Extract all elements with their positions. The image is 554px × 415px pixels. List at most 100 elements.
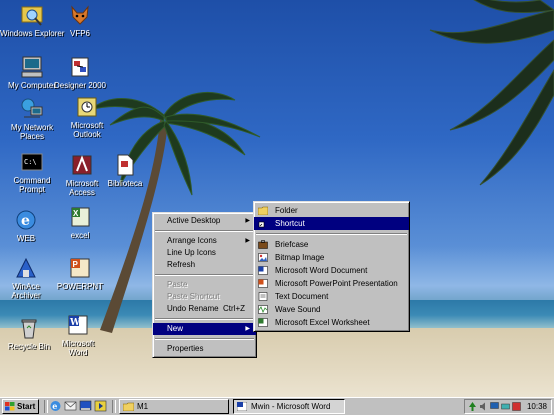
wave-sound-icon — [258, 305, 268, 314]
menu-item-label: Arrange Icons — [167, 236, 217, 245]
new-item-powerpoint[interactable]: Microsoft PowerPoint Presentation — [254, 277, 409, 290]
new-item-label: Microsoft PowerPoint Presentation — [275, 279, 398, 288]
menu-item-active-desktop[interactable]: Active Desktop ▶ — [153, 215, 256, 227]
recycle-bin-icon — [17, 316, 41, 340]
desktop-icon-label-text: Microsoft Word — [61, 339, 95, 357]
taskbar-button-m1[interactable]: M1 — [119, 399, 229, 414]
svg-text:W: W — [69, 318, 81, 328]
folder-icon — [123, 402, 134, 411]
desktop-icon-label-text: My Network Places — [10, 123, 54, 141]
desktop-icon-biblioteca[interactable]: Biblioteca — [93, 153, 157, 188]
desktop-icon-label: excel — [70, 231, 90, 240]
desktop-icon-label-text: Microsoft Outlook — [70, 121, 104, 139]
desktop-icon-designer-2000[interactable]: Designer 2000 — [48, 55, 112, 90]
network-tray-icon[interactable] — [468, 402, 477, 411]
antivirus-tray-icon[interactable] — [512, 402, 521, 411]
taskbar-button-label: Mwin - Microsoft Word — [251, 402, 331, 411]
menu-item-label: Refresh — [167, 260, 196, 269]
menu-item-label: New — [167, 324, 184, 333]
new-item-label: Wave Sound — [275, 305, 321, 314]
menu-item-line-up-icons[interactable]: Line Up Icons — [153, 247, 256, 259]
new-item-label: Microsoft Excel Worksheet — [275, 318, 370, 327]
menu-separator — [155, 230, 254, 232]
access-icon — [70, 153, 94, 177]
start-label: Start — [17, 402, 36, 411]
desktop-icon-powerpnt[interactable]: P POWERPNT — [48, 256, 112, 291]
menu-item-arrange-icons[interactable]: Arrange Icons ▶ — [153, 235, 256, 247]
new-item-word-document[interactable]: Microsoft Word Document — [254, 264, 409, 277]
bitmap-icon — [258, 253, 268, 262]
menu-item-label: Paste Shortcut — [167, 292, 220, 301]
new-item-label: Bitmap Image — [275, 253, 325, 262]
menu-item-paste-shortcut[interactable]: Paste Shortcut — [153, 291, 256, 303]
designer-icon — [68, 55, 92, 79]
clock[interactable]: 10:38 — [527, 400, 547, 413]
taskbar: Start e M1 Mwin - Microsoft Word 10:38 — [0, 397, 554, 415]
desktop-icon-excel[interactable]: X excel — [48, 205, 112, 240]
monitor-tray-icon[interactable] — [490, 402, 499, 411]
shortcut-icon — [258, 221, 265, 228]
svg-text:C:\: C:\ — [24, 158, 37, 166]
console-icon: C:\ — [20, 150, 44, 174]
task-divider — [112, 400, 116, 413]
windows-logo-icon — [5, 402, 15, 411]
excel-worksheet-icon — [258, 318, 268, 327]
powerpoint-icon: P — [68, 256, 92, 280]
desktop-context-menu: Active Desktop ▶ Arrange Icons ▶ Line Up… — [152, 212, 257, 358]
submenu-arrow-icon: ▶ — [245, 238, 250, 244]
new-submenu: Folder Shortcut Briefcase Bitmap Image M… — [253, 201, 410, 332]
new-item-label: Shortcut — [275, 219, 305, 228]
desktop[interactable]: Windows Explorer VFP6 My Computer Design… — [0, 0, 554, 397]
new-item-label: Microsoft Word Document — [275, 266, 368, 275]
desktop-icon-label: POWERPNT — [56, 282, 104, 291]
menu-separator — [256, 233, 407, 235]
internet-explorer-icon: e — [14, 208, 38, 232]
word-icon — [237, 402, 247, 411]
menu-item-refresh[interactable]: Refresh — [153, 259, 256, 271]
palm-fronds-image — [429, 0, 554, 186]
speaker-tray-icon[interactable] — [479, 402, 488, 411]
menu-separator — [155, 338, 254, 340]
internet-explorer-icon[interactable]: e — [49, 400, 62, 412]
menu-item-properties[interactable]: Properties — [153, 343, 256, 355]
desktop-icon-label: Designer 2000 — [53, 81, 107, 90]
menu-item-new[interactable]: New ▶ — [153, 323, 256, 335]
start-button[interactable]: Start — [2, 399, 39, 414]
new-item-folder[interactable]: Folder — [254, 204, 409, 217]
submenu-arrow-icon: ▶ — [245, 218, 250, 224]
svg-text:X: X — [73, 209, 79, 218]
outlook-express-icon[interactable] — [64, 400, 77, 412]
connection-tray-icon[interactable] — [501, 402, 510, 411]
submenu-arrow-icon: ▶ — [245, 326, 250, 332]
archiver-icon — [14, 256, 38, 280]
explorer-icon — [20, 3, 44, 27]
new-item-shortcut[interactable]: Shortcut — [254, 217, 409, 230]
foxpro-icon — [68, 3, 92, 27]
svg-text:e: e — [52, 401, 57, 411]
outlook-icon — [75, 95, 99, 119]
new-item-briefcase[interactable]: Briefcase — [254, 238, 409, 251]
desktop-icon-microsoft-word[interactable]: W Microsoft Word — [46, 313, 110, 357]
taskbar-button-label: M1 — [137, 402, 149, 411]
menu-separator — [155, 318, 254, 320]
menu-separator — [155, 274, 254, 276]
svg-text:P: P — [73, 260, 79, 269]
desktop-icon-vfp6[interactable]: VFP6 — [48, 3, 112, 38]
desktop-icon-label-text: WinAce Archiver — [11, 282, 41, 300]
taskbar-button-word[interactable]: Mwin - Microsoft Word — [233, 399, 345, 414]
menu-item-label: Paste — [167, 280, 188, 289]
menu-item-undo-rename[interactable]: Undo Rename Ctrl+Z — [153, 303, 256, 315]
media-player-icon[interactable] — [94, 400, 107, 412]
new-item-excel-worksheet[interactable]: Microsoft Excel Worksheet — [254, 316, 409, 329]
new-item-bitmap[interactable]: Bitmap Image — [254, 251, 409, 264]
new-item-text-document[interactable]: Text Document — [254, 290, 409, 303]
system-tray: 10:38 — [464, 399, 552, 414]
menu-item-paste[interactable]: Paste — [153, 279, 256, 291]
new-item-wave-sound[interactable]: Wave Sound — [254, 303, 409, 316]
document-icon — [113, 153, 137, 177]
desktop-icon-microsoft-outlook[interactable]: Microsoft Outlook — [55, 95, 119, 139]
menu-item-label: Undo Rename — [167, 304, 219, 313]
show-desktop-icon[interactable] — [79, 400, 92, 412]
desktop-icon-label: Microsoft Word — [46, 339, 110, 357]
word-icon: W — [66, 313, 90, 337]
